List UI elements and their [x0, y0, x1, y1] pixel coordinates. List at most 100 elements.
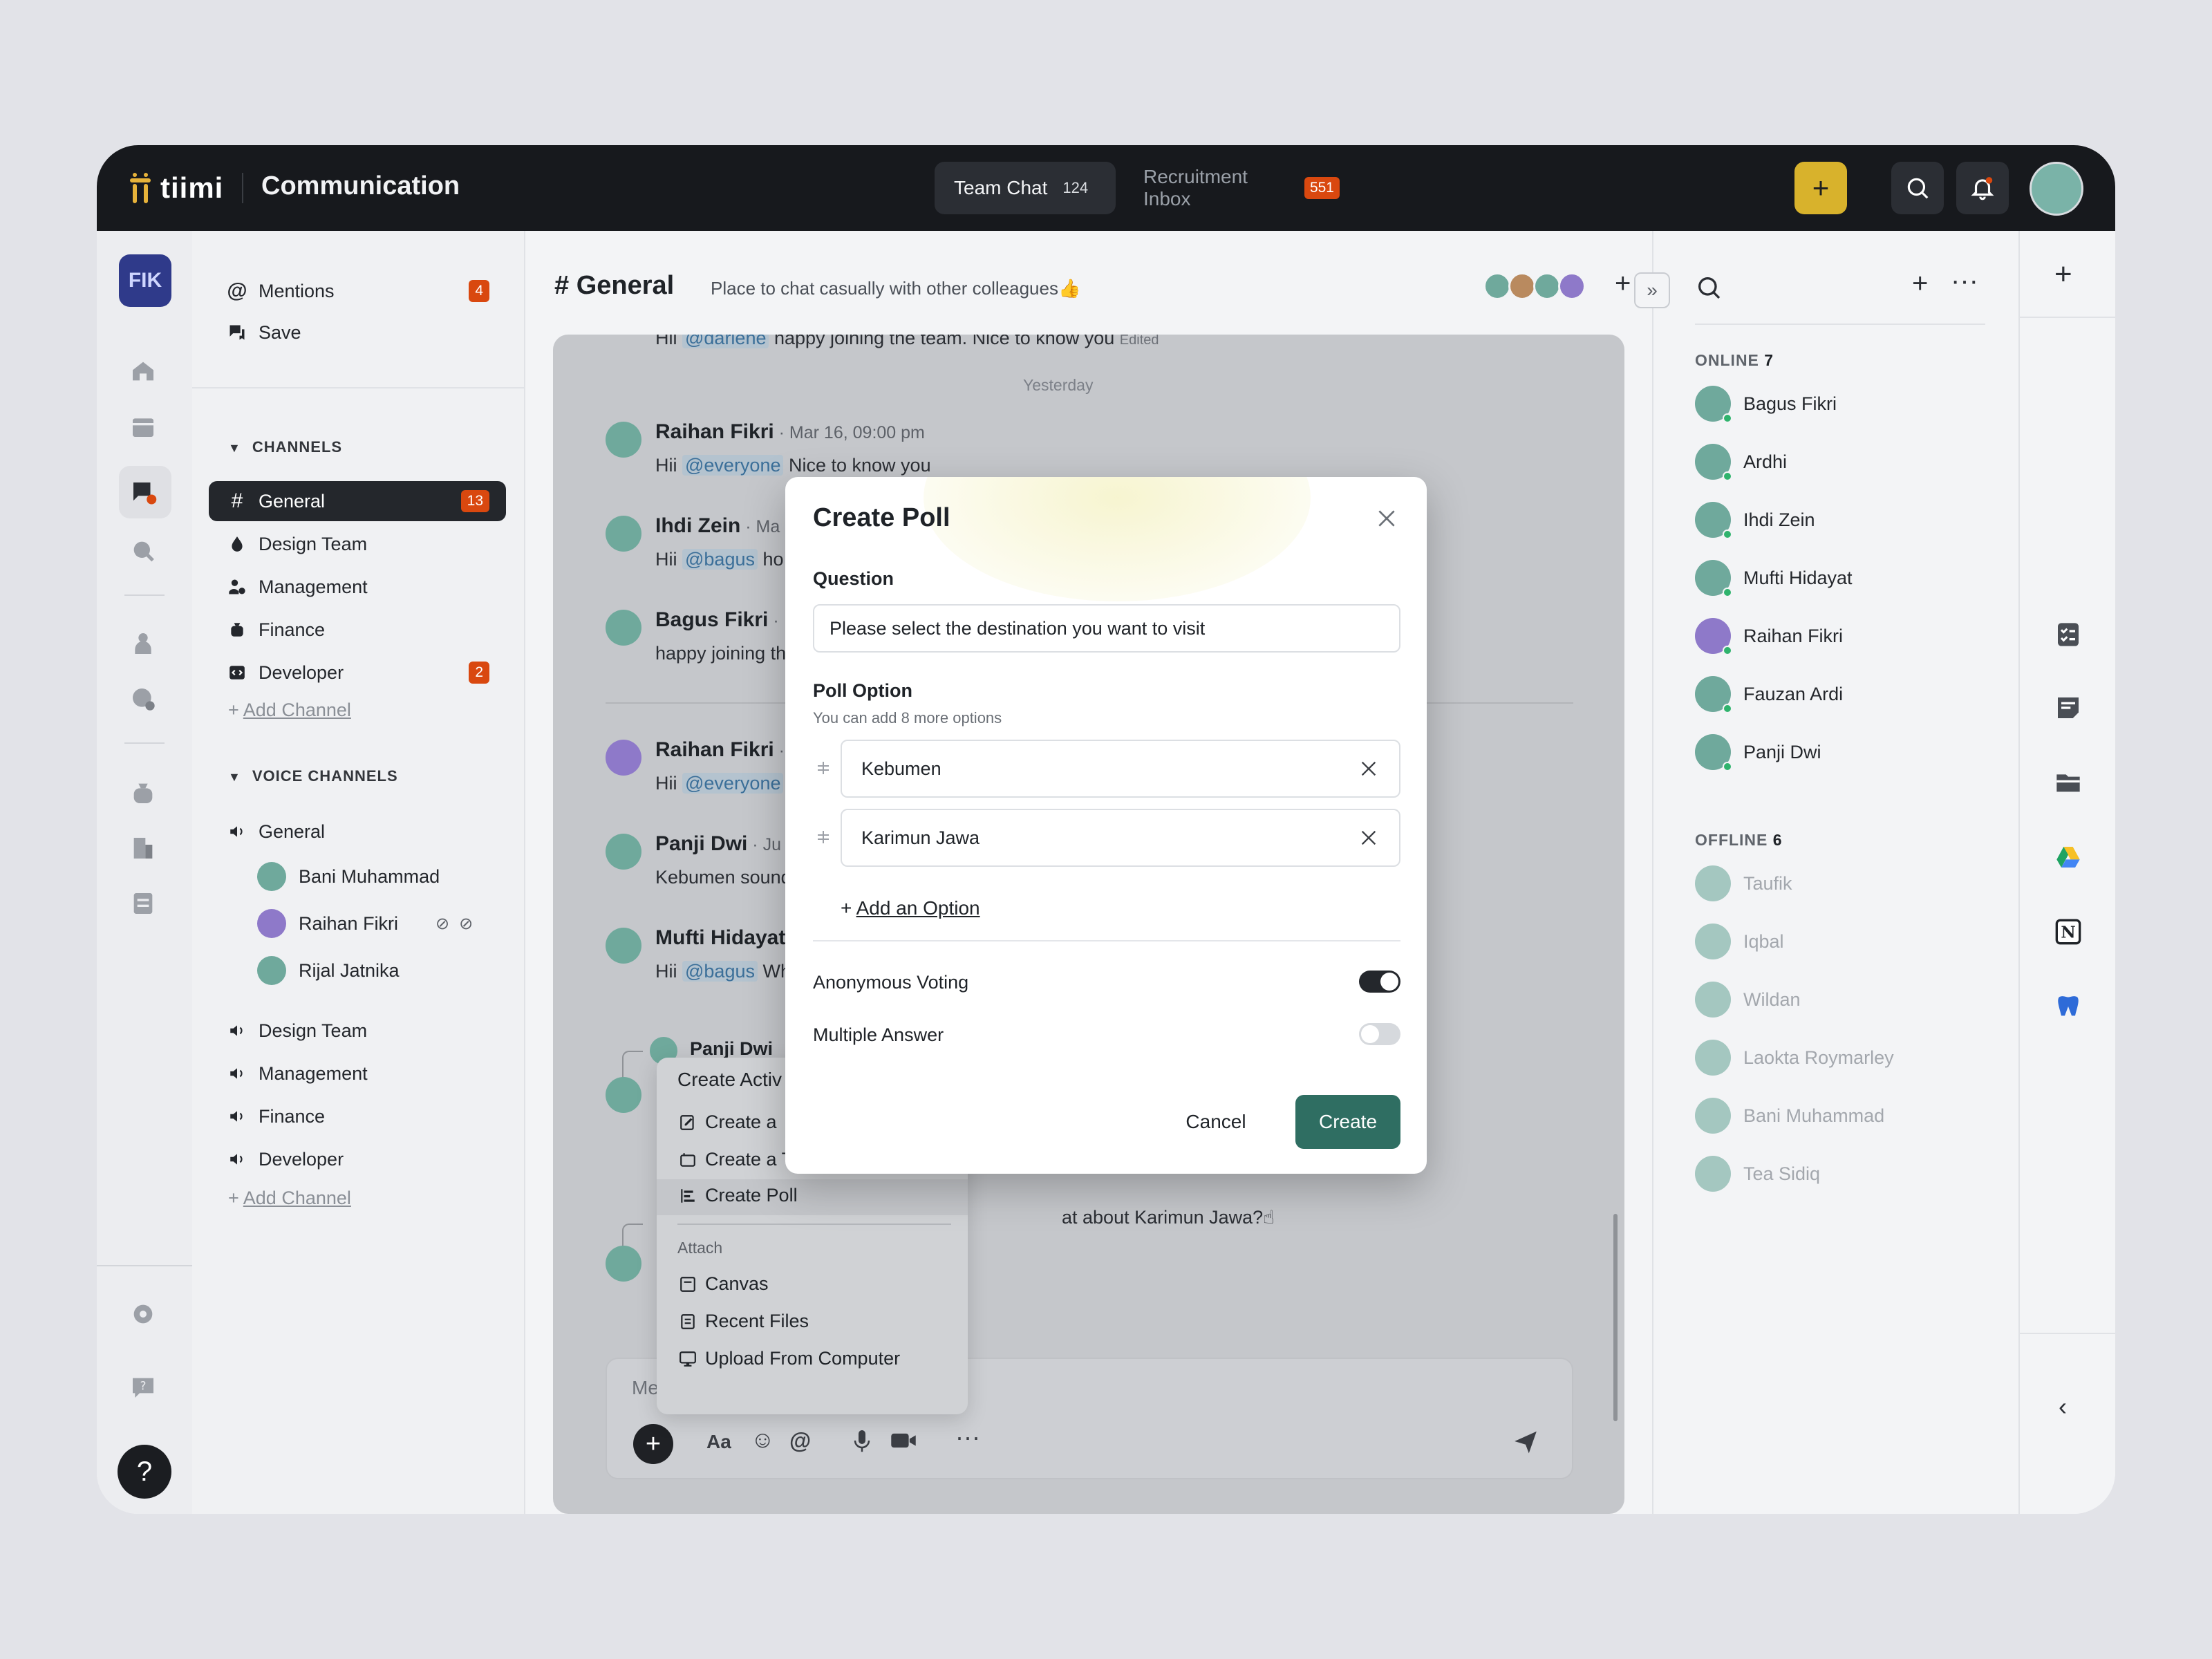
- sidebar-item-save[interactable]: Save: [209, 312, 506, 353]
- channels-header[interactable]: ▼ CHANNELS: [228, 438, 342, 456]
- search-button[interactable]: [1891, 162, 1944, 214]
- member-offline[interactable]: Taufik: [1695, 863, 1792, 904]
- remove-option-button[interactable]: [1355, 824, 1382, 852]
- scrollbar[interactable]: [1613, 1214, 1618, 1421]
- menu-item-create[interactable]: Create a: [677, 1112, 777, 1133]
- sidebar-item-finance[interactable]: Finance: [209, 610, 506, 650]
- add-button[interactable]: +: [1794, 162, 1847, 214]
- voice-channel-developer[interactable]: Developer: [209, 1139, 506, 1179]
- member-online[interactable]: Ihdi Zein: [1695, 499, 1815, 541]
- add-option-button[interactable]: + Add an Option: [841, 897, 980, 919]
- notification-button[interactable]: [1956, 162, 2009, 214]
- notion-icon[interactable]: N: [2052, 915, 2085, 948]
- checklist-icon[interactable]: [2052, 618, 2085, 651]
- menu-item-upload[interactable]: Upload From Computer: [677, 1348, 900, 1369]
- avatar[interactable]: [606, 834, 641, 870]
- message-author[interactable]: Raihan Fikri · Mar 16, 09:00 pm: [655, 420, 925, 444]
- question-input[interactable]: [813, 604, 1400, 653]
- dental-app-icon[interactable]: [2052, 990, 2085, 1023]
- sidebar-item-general[interactable]: # General 13: [209, 481, 506, 521]
- more-icon[interactable]: ···: [955, 1423, 980, 1452]
- avatar[interactable]: [606, 516, 641, 552]
- report-icon[interactable]: [127, 888, 159, 919]
- avatar[interactable]: [606, 928, 641, 964]
- voice-member[interactable]: Bani Muhammad: [257, 859, 440, 894]
- anonymous-voting-toggle[interactable]: [1359, 971, 1400, 993]
- member-offline[interactable]: Wildan: [1695, 979, 1801, 1020]
- mention-icon[interactable]: @: [789, 1428, 811, 1454]
- avatar[interactable]: [606, 610, 641, 646]
- close-button[interactable]: [1371, 503, 1402, 534]
- reply-author[interactable]: Panji Dwi: [690, 1038, 773, 1060]
- chevron-left-icon[interactable]: ‹: [2059, 1392, 2067, 1421]
- folder-icon[interactable]: [2052, 766, 2085, 799]
- member-online[interactable]: Ardhi: [1695, 441, 1787, 482]
- message-author[interactable]: Mufti Hidayat: [655, 926, 785, 950]
- tab-recruitment-inbox[interactable]: Recruitment Inbox 551: [1124, 162, 1359, 214]
- format-text-icon[interactable]: Aa: [706, 1431, 731, 1453]
- poll-option-input[interactable]: Karimun Jawa: [841, 809, 1400, 867]
- gear-icon[interactable]: [127, 1298, 159, 1330]
- sidebar-item-mentions[interactable]: @ Mentions 4: [209, 271, 506, 311]
- help-button[interactable]: ?: [118, 1445, 171, 1499]
- remove-option-button[interactable]: [1355, 755, 1382, 782]
- avatar[interactable]: [606, 422, 641, 458]
- drag-handle-icon[interactable]: [813, 758, 834, 778]
- message-author[interactable]: Raihan Fikri ·: [655, 738, 785, 762]
- workspace-logo[interactable]: FIK: [119, 254, 171, 307]
- voice-channel-management[interactable]: Management: [209, 1053, 506, 1094]
- voice-member[interactable]: Raihan Fikri ⊘ ⊘: [257, 906, 473, 941]
- voice-channel-finance[interactable]: Finance: [209, 1096, 506, 1136]
- plus-button[interactable]: +: [633, 1424, 673, 1464]
- user-avatar[interactable]: [2030, 162, 2083, 216]
- menu-item-canvas[interactable]: Canvas: [677, 1273, 769, 1295]
- message-author[interactable]: Bagus Fikri ·: [655, 608, 779, 632]
- member-offline[interactable]: Tea Sidiq: [1695, 1153, 1820, 1194]
- video-icon[interactable]: [890, 1431, 917, 1454]
- member-offline[interactable]: Iqbal: [1695, 921, 1784, 962]
- drag-handle-icon[interactable]: [813, 827, 834, 847]
- member-online[interactable]: Bagus Fikri: [1695, 383, 1837, 424]
- add-member-icon[interactable]: +: [1615, 268, 1631, 299]
- person-icon[interactable]: [127, 628, 159, 659]
- channel-member-avatars[interactable]: [1483, 272, 1586, 300]
- message-author[interactable]: Ihdi Zein · Ma: [655, 514, 780, 538]
- voice-channels-header[interactable]: ▼ VOICE CHANNELS: [228, 767, 398, 785]
- voice-member[interactable]: Rijal Jatnika: [257, 953, 400, 988]
- create-button[interactable]: Create: [1295, 1095, 1400, 1149]
- note-icon[interactable]: [2052, 691, 2085, 724]
- sidebar-item-management[interactable]: Management: [209, 567, 506, 607]
- chat-icon[interactable]: [127, 476, 159, 508]
- question-chat-icon[interactable]: ?: [127, 1371, 159, 1403]
- send-icon[interactable]: [1512, 1428, 1539, 1458]
- add-voice-channel-link[interactable]: + Add Channel: [228, 1188, 351, 1209]
- tab-team-chat[interactable]: Team Chat 124: [935, 162, 1116, 214]
- sidebar-item-design-team[interactable]: Design Team: [209, 524, 506, 564]
- add-app-icon[interactable]: +: [2054, 257, 2072, 292]
- clock-settings-icon[interactable]: [127, 683, 159, 715]
- home-icon[interactable]: [127, 355, 159, 387]
- voice-channel-design-team[interactable]: Design Team: [209, 1011, 506, 1051]
- member-offline[interactable]: Laokta Roymarley: [1695, 1037, 1894, 1078]
- menu-item-recent-files[interactable]: Recent Files: [677, 1311, 809, 1332]
- avatar[interactable]: [606, 1077, 641, 1113]
- calendar-icon[interactable]: [127, 411, 159, 442]
- microphone-icon[interactable]: [852, 1428, 872, 1456]
- add-channel-link[interactable]: + Add Channel: [228, 700, 351, 721]
- more-icon[interactable]: ···: [1951, 265, 1978, 297]
- cancel-button[interactable]: Cancel: [1164, 1095, 1268, 1149]
- search-icon[interactable]: [1695, 274, 1723, 305]
- voice-channel-general[interactable]: General: [209, 812, 506, 852]
- building-icon[interactable]: [127, 832, 159, 864]
- member-online[interactable]: Fauzan Ardi: [1695, 673, 1843, 715]
- member-online[interactable]: Raihan Fikri: [1695, 615, 1843, 657]
- logo[interactable]: tiimi: [127, 170, 223, 206]
- message-author[interactable]: Panji Dwi · Ju: [655, 832, 781, 856]
- sidebar-item-developer[interactable]: Developer 2: [209, 653, 506, 693]
- google-drive-icon[interactable]: [2052, 841, 2085, 874]
- add-icon[interactable]: +: [1912, 268, 1928, 299]
- collapse-panel-icon[interactable]: »: [1634, 272, 1670, 308]
- member-online[interactable]: Mufti Hidayat: [1695, 557, 1853, 599]
- money-bag-icon[interactable]: [127, 777, 159, 809]
- poll-option-input[interactable]: Kebumen: [841, 740, 1400, 798]
